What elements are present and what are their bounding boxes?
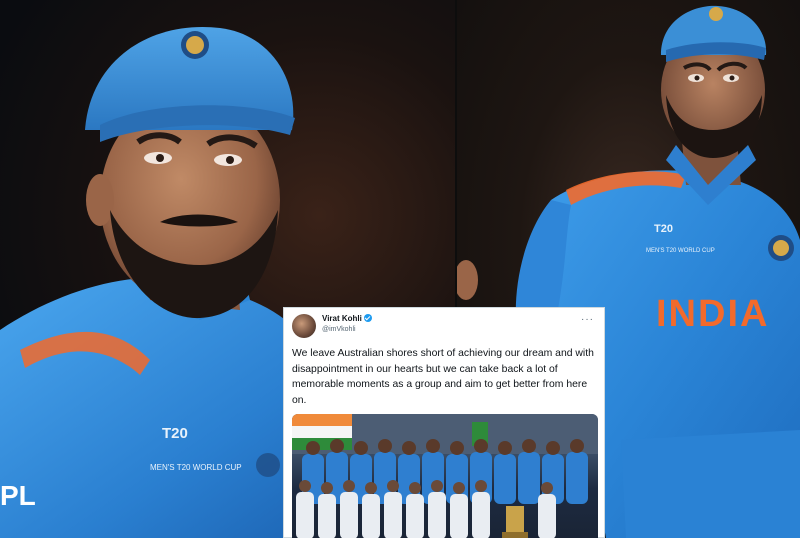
tweet-media-team-photo[interactable] xyxy=(292,414,598,538)
team-photo-illustration xyxy=(292,414,598,538)
author-avatar[interactable] xyxy=(292,314,316,338)
verified-badge-icon xyxy=(363,314,372,322)
image-collage: T20 MEN'S T20 WORLD CUP PL T20 MEN'S T20… xyxy=(0,0,800,538)
tweet-text: We leave Australian shores short of achi… xyxy=(292,348,594,406)
left-badge-t20-logo: T20 xyxy=(162,425,188,442)
tweet-card[interactable]: Virat Kohli @imVkohli ··· We leave Austr… xyxy=(283,307,605,538)
right-badge-text: MEN'S T20 WORLD CUP xyxy=(646,248,715,254)
left-jersey-text: PL xyxy=(0,480,36,511)
author-name[interactable]: Virat Kohli xyxy=(322,314,362,323)
author-name-row[interactable]: Virat Kohli xyxy=(322,314,372,323)
tweet-header: Virat Kohli @imVkohli ··· xyxy=(292,313,596,339)
author-handle[interactable]: @imVkohli xyxy=(322,326,356,333)
right-jersey-text: INDIA xyxy=(656,293,769,335)
right-badge-t20-logo: T20 xyxy=(654,223,673,235)
left-badge-text: MEN'S T20 WORLD CUP xyxy=(150,463,242,472)
more-options-icon[interactable]: ··· xyxy=(581,315,594,325)
